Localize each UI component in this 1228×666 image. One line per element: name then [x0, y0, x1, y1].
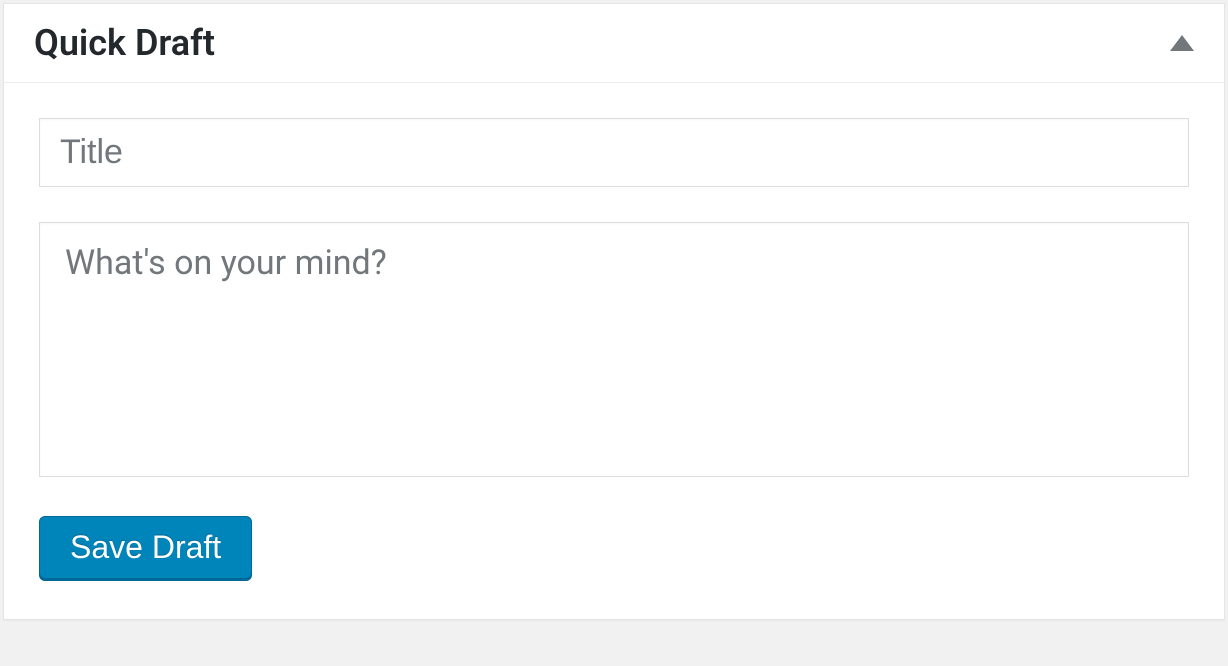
widget-title: Quick Draft: [34, 22, 215, 64]
draft-title-input[interactable]: [39, 118, 1189, 187]
draft-content-textarea[interactable]: [39, 222, 1189, 477]
save-draft-button[interactable]: Save Draft: [39, 516, 252, 579]
widget-header[interactable]: Quick Draft: [4, 4, 1224, 83]
chevron-up-icon: [1170, 35, 1194, 51]
quick-draft-widget: Quick Draft Save Draft: [3, 3, 1225, 620]
widget-body: Save Draft: [4, 83, 1224, 619]
